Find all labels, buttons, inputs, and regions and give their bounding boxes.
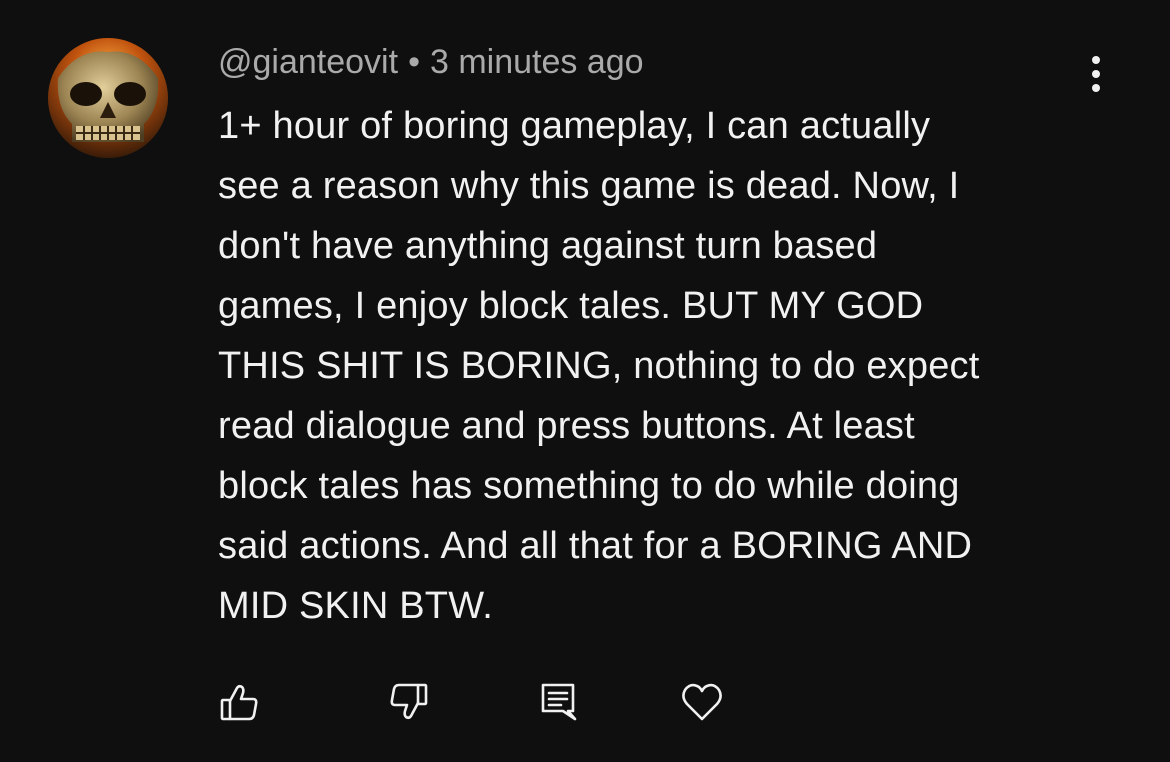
reply-button[interactable] [538, 680, 582, 724]
comment-line: block tales has something to do while do… [218, 465, 960, 507]
comment-line: read dialogue and press buttons. At leas… [218, 405, 915, 447]
comment-line: don't have anything against turn based [218, 225, 878, 267]
comment-time[interactable]: 3 minutes ago [430, 43, 644, 81]
heart-button[interactable] [680, 680, 724, 724]
comment-line: said actions. And all that for a BORING … [218, 525, 973, 567]
avatar[interactable] [48, 38, 168, 158]
comment-line: see a reason why this game is dead. Now,… [218, 165, 960, 207]
reply-comment-icon [541, 683, 577, 721]
skull-avatar-image [48, 38, 168, 158]
more-options-button[interactable] [1074, 48, 1118, 100]
thumbs-up-icon [220, 684, 258, 721]
comment-line: games, I enjoy block tales. BUT MY GOD [218, 285, 924, 327]
comment-line: THIS SHIT IS BORING, nothing to do expec… [218, 345, 980, 387]
comment-text: 1+ hour of boring gameplay, I can actual… [218, 96, 1098, 636]
comment-line: MID SKIN BTW. [218, 585, 493, 627]
comment-container: @gianteovit • 3 minutes ago 1+ hour of bor… [0, 0, 1170, 762]
comment-line: 1+ hour of boring gameplay, I can actual… [218, 105, 931, 147]
like-button[interactable] [217, 680, 261, 724]
more-vertical-icon [1092, 56, 1100, 92]
comment-meta: @gianteovit • 3 minutes ago [218, 40, 644, 84]
heart-icon [682, 683, 722, 721]
dislike-button[interactable] [387, 680, 431, 724]
comment-actions [0, 680, 1170, 724]
author-name[interactable]: @gianteovit [218, 43, 398, 81]
meta-separator: • [408, 43, 420, 81]
thumbs-down-icon [390, 683, 428, 720]
